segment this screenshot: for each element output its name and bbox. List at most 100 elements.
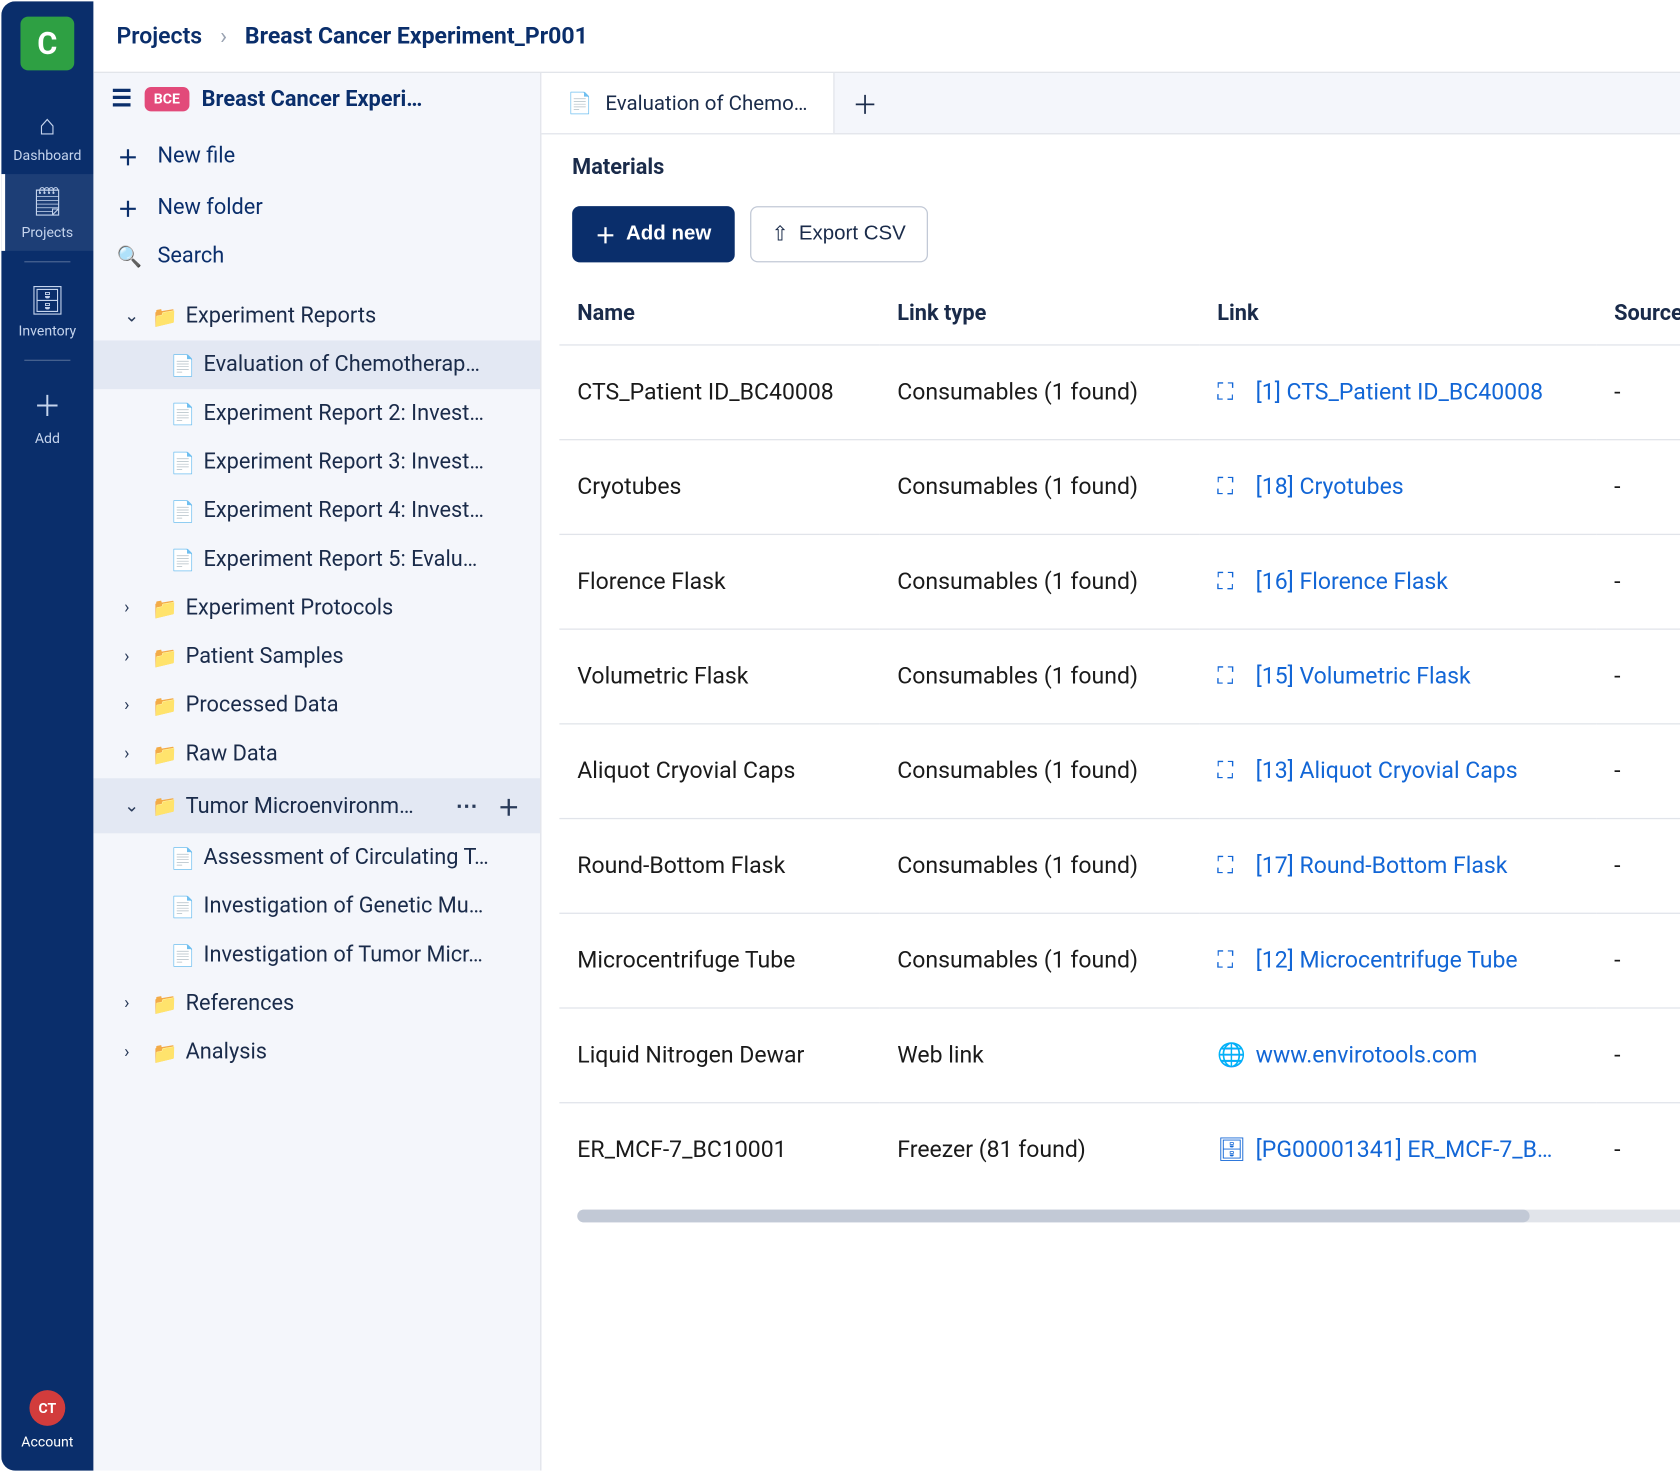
tree-file[interactable]: 📄Investigation of Genetic Mu… [93,882,540,931]
cell-link[interactable]: ⛶ [18] Cryotubes [1199,440,1596,535]
nav-projects[interactable]: 🗒 Projects [1,174,93,251]
tab-document[interactable]: 📄 Evaluation of Chemo… [541,73,834,133]
button-label: Export CSV [799,223,906,246]
tree-file[interactable]: 📄Evaluation of Chemotherap… [93,340,540,389]
link-text[interactable]: [15] Volumetric Flask [1256,663,1471,690]
tree-file[interactable]: 📄Experiment Report 4: Invest… [93,486,540,535]
plus-icon: ＋ [595,219,616,250]
table-row[interactable]: CTS_Patient ID_BC40008 Consumables (1 fo… [559,345,1680,440]
tree-folder[interactable]: ›📁Processed Data [93,681,540,730]
project-badge: BCE [145,87,189,111]
menu-icon[interactable]: ☰ [111,86,132,113]
cell-link[interactable]: ⛶[1] CTS_Patient ID_BC40008 [1199,345,1596,440]
column-header[interactable]: Source [1596,285,1680,345]
link-text[interactable]: [12] Microcentrifuge Tube [1256,947,1518,974]
add-new-button[interactable]: ＋ Add new [572,206,734,262]
nav-dashboard[interactable]: ⌂ Dashboard [1,96,93,174]
cell-source: - [1596,345,1680,440]
tree-item-label: Analysis [186,1039,525,1065]
cell-name: Florence Flask [559,534,879,629]
topbar: Projects › Breast Cancer Experiment_Pr00… [93,1,1680,73]
section-title: Materials [572,155,664,181]
tree-item-label: Processed Data [186,692,525,718]
table-row[interactable]: Volumetric Flask Consumables (1 found) ⛶… [559,629,1680,724]
link-text[interactable]: [17] Round-Bottom Flask [1256,852,1508,879]
tab-add-button[interactable]: ＋ [834,73,895,133]
cell-link[interactable]: ⛶[13] Aliquot Cryovial Caps [1199,724,1596,819]
chevron-icon: › [124,993,142,1013]
chevron-icon: › [124,695,142,715]
column-header[interactable]: Link [1199,285,1596,345]
tree-icon: ⛶ [1217,852,1240,879]
tree-folder[interactable]: ›📁Analysis [93,1028,540,1077]
tree-file[interactable]: 📄Experiment Report 2: Invest… [93,389,540,438]
table-row[interactable]: Microcentrifuge Tube Consumables (1 foun… [559,913,1680,1008]
export-icon: ⇧ [771,221,788,247]
table-row[interactable]: Round-Bottom Flask Consumables (1 found)… [559,819,1680,914]
nav-inventory[interactable]: 🗄 Inventory [1,273,93,350]
app-logo[interactable]: C [20,17,74,71]
content-area: 📄 Evaluation of Chemo… ＋ Materials » ＋ A… [541,73,1680,1471]
table-row[interactable]: Cryotubes Consumables (1 found) ⛶[18] Cr… [559,440,1680,535]
tree-file[interactable]: 📄Experiment Report 3: Invest… [93,438,540,487]
cell-link[interactable]: 🌐www.envirotools.com [1199,1008,1596,1103]
tab-label: Evaluation of Chemo… [605,91,807,115]
column-header[interactable]: Link type [879,285,1199,345]
nav-rail: C ⌂ Dashboard 🗒 Projects 🗄 Inventory ＋ A… [1,1,93,1470]
link-text[interactable]: [16] Florence Flask [1256,568,1448,595]
cell-link[interactable]: ⛶[15] Volumetric Flask [1199,629,1596,724]
project-title: Breast Cancer Experi… [202,86,423,112]
tree-folder[interactable]: ›📁Raw Data [93,730,540,779]
column-header[interactable]: Name [559,285,879,345]
folder-icon: 📁 [152,991,175,1015]
new-file-action[interactable]: ＋New file [93,131,540,182]
link-text[interactable]: www.envirotools.com [1256,1042,1478,1069]
link-text[interactable]: [13] Aliquot Cryovial Caps [1256,758,1518,785]
breadcrumb-current: Breast Cancer Experiment_Pr001 [245,23,588,50]
table-row[interactable]: Florence Flask Consumables (1 found) ⛶[1… [559,534,1680,629]
table-row[interactable]: Aliquot Cryovial Caps Consumables (1 fou… [559,724,1680,819]
table-row[interactable]: Liquid Nitrogen Dewar Web link 🌐www.envi… [559,1008,1680,1103]
breadcrumb-root[interactable]: Projects [116,23,202,50]
tree-folder[interactable]: ›📁References [93,979,540,1028]
tree-icon: ⛶ [1217,474,1240,501]
cell-linktype: Web link [879,1008,1199,1103]
plus-icon[interactable]: ＋ [493,790,525,822]
file-icon: 📄 [170,450,193,474]
tree-item-label: Experiment Reports [186,303,525,329]
link-text[interactable]: [1] CTS_Patient ID_BC40008 [1256,379,1543,406]
cell-linktype: Consumables (1 found) [879,534,1199,629]
tree-folder[interactable]: ⌄📁Experiment Reports [93,292,540,341]
nav-add[interactable]: ＋ Add [1,371,93,457]
cell-link[interactable]: ⛶[16] Florence Flask [1199,534,1596,629]
more-icon[interactable]: ⋯ [451,793,483,819]
nav-label: Dashboard [13,147,81,164]
cell-name: CTS_Patient ID_BC40008 [559,345,879,440]
search-action[interactable]: 🔍Search [93,233,540,279]
tree-folder[interactable]: ›📁Patient Samples [93,632,540,681]
clipboard-icon: 🗒 [29,187,65,219]
tree-file[interactable]: 📄Experiment Report 5: Evalu… [93,535,540,584]
new-folder-action[interactable]: ＋New folder [93,182,540,233]
cell-link[interactable]: ⛶ [17] Round-Bottom Flask [1199,819,1596,914]
cell-name: Volumetric Flask [559,629,879,724]
horizontal-scrollbar[interactable] [577,1210,1680,1223]
search-icon: 🔍 [116,244,139,268]
export-csv-button[interactable]: ⇧ Export CSV [750,206,928,262]
tree-item-label: Experiment Report 5: Evalu… [204,547,525,573]
cell-source: - [1596,724,1680,819]
tree-folder[interactable]: ›📁Experiment Protocols [93,584,540,633]
cell-name: Cryotubes [559,440,879,535]
tree-file[interactable]: 📄Investigation of Tumor Micr… [93,931,540,980]
avatar[interactable]: CT [29,1390,65,1426]
cell-linktype: Consumables (1 found) [879,913,1199,1008]
tree-file[interactable]: 📄Assessment of Circulating T… [93,833,540,882]
cell-link[interactable]: ⛶[12] Microcentrifuge Tube [1199,913,1596,1008]
link-text[interactable]: [18] Cryotubes [1256,474,1404,501]
link-text[interactable]: [PG00001341] ER_MCF-7_B… [1256,1137,1553,1164]
cell-source: - [1596,534,1680,629]
tree-item-label: Assessment of Circulating T… [204,845,525,871]
materials-table-wrap: NameLink typeLinkSourceReference CTS_Pat… [541,285,1680,1470]
archive-icon: 🗄 [29,285,65,317]
tree-folder[interactable]: ⌄📁Tumor Microenvironm…⋯＋ [93,778,540,833]
